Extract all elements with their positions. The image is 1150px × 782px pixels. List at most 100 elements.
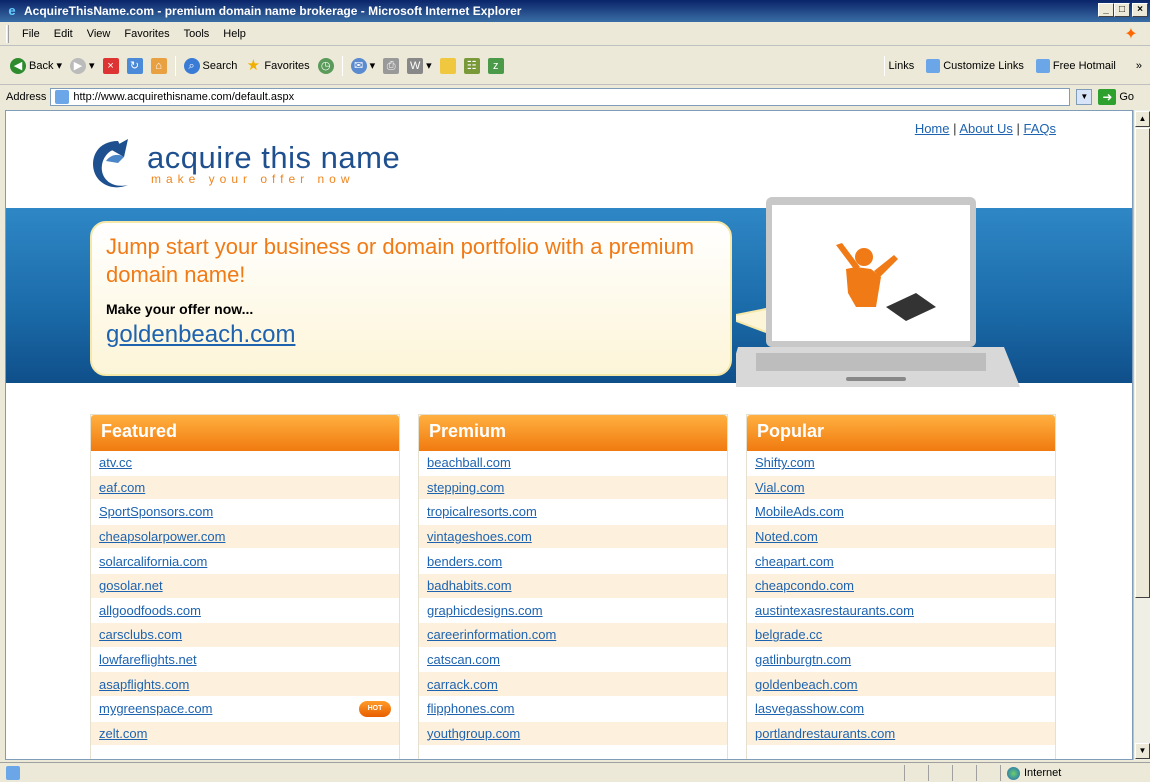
list-item[interactable]: eaf.com <box>91 475 399 501</box>
address-dropdown-button[interactable]: ▼ <box>1076 89 1093 105</box>
list-item[interactable]: zelt.com <box>91 721 399 747</box>
domain-link[interactable]: gatlinburgtn.com <box>755 652 851 667</box>
list-item[interactable]: youthgroup.com <box>419 721 727 747</box>
domain-link[interactable]: tropicalresorts.com <box>427 504 537 519</box>
edit-button[interactable]: W ▾ <box>403 57 436 74</box>
domain-link[interactable]: badhabits.com <box>427 578 512 593</box>
customize-links-link[interactable]: Customize Links <box>926 59 1024 73</box>
nav-faqs-link[interactable]: FAQs <box>1023 121 1056 136</box>
domain-link[interactable]: portlandrestaurants.com <box>755 726 895 741</box>
list-item[interactable]: cheapart.com <box>747 549 1055 574</box>
scroll-up-button[interactable]: ▲ <box>1135 111 1150 127</box>
domain-link[interactable]: carrack.com <box>427 677 498 692</box>
list-item[interactable]: flipphones.com <box>419 697 727 722</box>
print-button[interactable]: ⎙ <box>379 57 403 74</box>
domain-link[interactable]: goldenbeach.com <box>755 677 858 692</box>
list-item[interactable]: careerinformation.com <box>419 623 727 648</box>
list-item[interactable]: badhabits.com <box>419 573 727 599</box>
domain-link[interactable]: eaf.com <box>99 480 145 495</box>
menu-edit[interactable]: Edit <box>47 28 80 40</box>
domain-link[interactable]: MobileAds.com <box>755 504 844 519</box>
domain-link[interactable]: stepping.com <box>427 480 504 495</box>
domain-link[interactable]: atv.cc <box>99 455 132 470</box>
list-item[interactable]: Vial.com <box>747 475 1055 501</box>
forward-button[interactable]: ▶ ▾ <box>66 57 99 74</box>
discuss-button[interactable] <box>436 57 460 74</box>
domain-link[interactable]: lowfareflights.net <box>99 652 197 667</box>
close-button[interactable]: × <box>1132 3 1148 17</box>
list-item[interactable]: portlandrestaurants.com <box>747 721 1055 747</box>
list-item[interactable]: beachball.com <box>419 451 727 476</box>
domain-link[interactable]: asapflights.com <box>99 677 189 692</box>
domain-link[interactable]: careerinformation.com <box>427 627 556 642</box>
go-button[interactable]: ➜ Go <box>1098 89 1134 105</box>
favorites-button[interactable]: ★ Favorites <box>241 57 313 74</box>
minimize-button[interactable]: _ <box>1098 3 1114 17</box>
domain-link[interactable]: lasvegasshow.com <box>755 701 864 716</box>
domain-link[interactable]: belgrade.cc <box>755 627 822 642</box>
mail-dropdown-icon[interactable]: ▾ <box>370 59 376 72</box>
list-item[interactable]: stepping.com <box>419 475 727 501</box>
list-item[interactable]: carrack.com <box>419 672 727 697</box>
list-item[interactable]: asapflights.com <box>91 672 399 697</box>
refresh-button[interactable]: ↻ <box>123 57 147 74</box>
list-item[interactable]: solarcalifornia.com <box>91 549 399 574</box>
list-item[interactable]: austintexasrestaurants.com <box>747 599 1055 624</box>
free-hotmail-link[interactable]: Free Hotmail <box>1035 59 1116 73</box>
domain-link[interactable]: Shifty.com <box>755 455 815 470</box>
list-item[interactable]: mygreenspace.com HOT <box>91 697 399 722</box>
domain-link[interactable]: benders.com <box>427 554 502 569</box>
domain-link[interactable]: graphicdesigns.com <box>427 603 543 618</box>
maximize-button[interactable]: □ <box>1114 3 1130 17</box>
domain-link[interactable]: flipphones.com <box>427 701 514 716</box>
history-button[interactable]: ◷ <box>314 57 338 74</box>
stop-button[interactable]: × <box>99 57 123 74</box>
list-item[interactable]: cheapsolarpower.com <box>91 524 399 550</box>
domain-link[interactable]: cheapart.com <box>755 554 834 569</box>
domain-link[interactable]: carsclubs.com <box>99 627 182 642</box>
list-item[interactable]: benders.com <box>419 549 727 574</box>
domain-link[interactable]: cheapcondo.com <box>755 578 854 593</box>
scroll-thumb[interactable] <box>1135 128 1150 598</box>
offer-domain-link[interactable]: goldenbeach.com <box>106 321 716 349</box>
domain-link[interactable]: beachball.com <box>427 455 511 470</box>
list-item[interactable]: MobileAds.com <box>747 500 1055 525</box>
list-item[interactable]: allgoodfoods.com <box>91 599 399 624</box>
domain-link[interactable]: youthgroup.com <box>427 726 520 741</box>
nav-about-link[interactable]: About Us <box>959 121 1012 136</box>
list-item[interactable]: carsclubs.com <box>91 623 399 648</box>
forward-dropdown-icon[interactable]: ▾ <box>89 59 95 72</box>
menu-file[interactable]: File <box>15 28 47 40</box>
domain-link[interactable]: SportSponsors.com <box>99 504 213 519</box>
domain-link[interactable]: mygreenspace.com <box>99 701 212 716</box>
chevron-more-icon[interactable]: » <box>1136 60 1142 72</box>
back-dropdown-icon[interactable]: ▾ <box>56 59 62 72</box>
list-item[interactable]: atv.cc <box>91 451 399 476</box>
research-button[interactable]: ☷ <box>460 57 484 74</box>
domain-link[interactable]: vintageshoes.com <box>427 529 532 544</box>
domain-link[interactable]: zelt.com <box>99 726 147 741</box>
list-item[interactable]: SportSponsors.com <box>91 500 399 525</box>
list-item[interactable]: belgrade.cc <box>747 623 1055 648</box>
home-button[interactable]: ⌂ <box>147 57 171 74</box>
list-item[interactable]: gosolar.net <box>91 573 399 599</box>
list-item[interactable]: vintageshoes.com <box>419 524 727 550</box>
list-item[interactable]: cheapcondo.com <box>747 573 1055 599</box>
edit-dropdown-icon[interactable]: ▾ <box>426 59 432 72</box>
list-item[interactable]: Noted.com <box>747 524 1055 550</box>
domain-link[interactable]: gosolar.net <box>99 578 163 593</box>
list-item[interactable]: tropicalresorts.com <box>419 500 727 525</box>
domain-link[interactable]: allgoodfoods.com <box>99 603 201 618</box>
site-logo[interactable]: acquire this name make your offer now <box>88 135 400 193</box>
links-label[interactable]: Links <box>889 60 915 72</box>
menu-view[interactable]: View <box>80 28 118 40</box>
list-item[interactable]: lowfareflights.net <box>91 648 399 673</box>
list-item[interactable]: lasvegasshow.com <box>747 697 1055 722</box>
list-item[interactable]: catscan.com <box>419 648 727 673</box>
nav-home-link[interactable]: Home <box>915 121 950 136</box>
scroll-down-button[interactable]: ▼ <box>1135 743 1150 759</box>
list-item[interactable]: goldenbeach.com <box>747 672 1055 697</box>
search-button[interactable]: ⌕ Search <box>180 57 242 74</box>
domain-link[interactable]: catscan.com <box>427 652 500 667</box>
menu-favorites[interactable]: Favorites <box>117 28 176 40</box>
